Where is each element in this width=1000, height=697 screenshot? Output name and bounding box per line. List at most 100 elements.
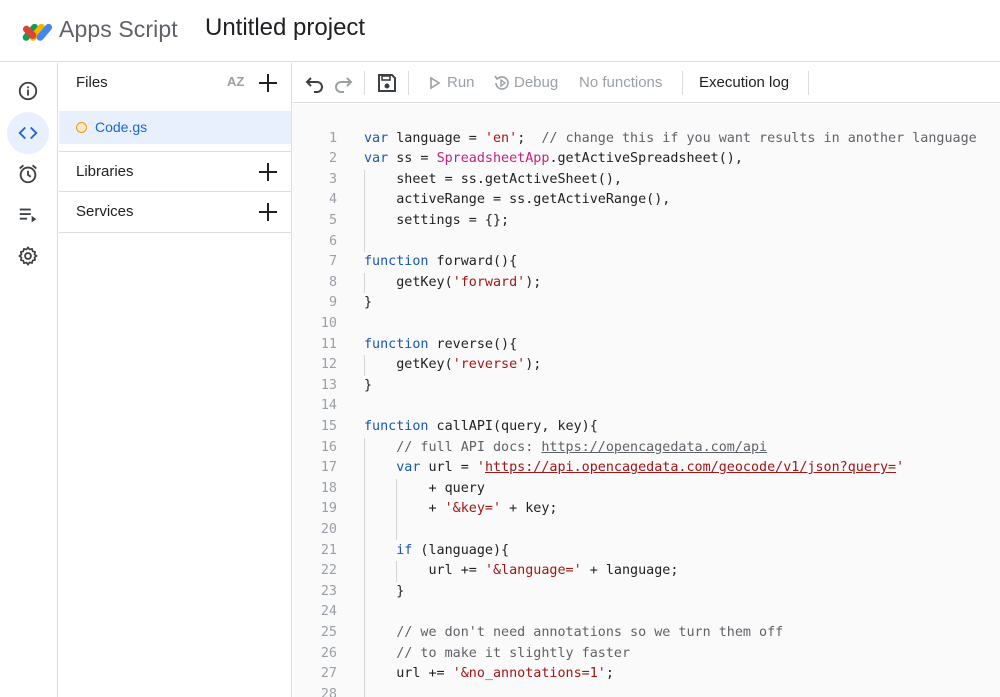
line-number: 5 — [328, 212, 337, 228]
debug-icon — [492, 73, 512, 93]
code-line: 1 var language = 'en'; // change this if … — [293, 129, 1000, 150]
overview-button[interactable] — [7, 70, 49, 112]
executions-icon — [19, 208, 37, 223]
code-text: if (language){ — [396, 542, 510, 558]
gear-icon — [18, 246, 38, 266]
apps-script-logo-icon[interactable] — [18, 14, 54, 44]
indent-guide — [364, 437, 365, 697]
add-library-button[interactable] — [257, 161, 279, 183]
files-header: Files AZ — [59, 63, 291, 103]
line-number: 19 — [320, 501, 337, 517]
line-number: 2 — [328, 151, 337, 167]
editor-button[interactable] — [7, 112, 49, 154]
files-panel: Files AZ Code.gs Libraries Services — [59, 63, 292, 697]
toolbar-separator — [808, 71, 809, 95]
sort-files-button[interactable]: AZ — [225, 72, 247, 94]
code-line: 7 function forward(){ — [293, 252, 1000, 273]
line-number: 12 — [320, 357, 337, 373]
line-number: 16 — [320, 439, 337, 455]
code-line: 5 settings = {}; — [293, 211, 1000, 232]
code-text: // we don't need annotations so we turn … — [396, 624, 784, 640]
indent-guide — [364, 272, 365, 294]
alarm-icon — [19, 164, 37, 184]
code-line: 12 getKey('reverse'); — [293, 355, 1000, 376]
code-line: 22 url += '&language=' + language; — [293, 561, 1000, 582]
code-text: } — [364, 377, 373, 393]
triggers-button[interactable] — [7, 153, 49, 195]
navigation-rail — [0, 63, 58, 697]
code-line: 20 — [293, 520, 1000, 541]
line-number: 6 — [328, 233, 337, 249]
code-line: 27 url += '&no_annotations=1'; — [293, 664, 1000, 685]
code-text: sheet = ss.getActiveSheet(), — [364, 171, 622, 187]
line-number: 25 — [320, 624, 337, 640]
indent-guide — [364, 169, 365, 253]
line-number: 27 — [320, 666, 337, 682]
add-file-button[interactable] — [257, 72, 279, 94]
code-line: 15 function callAPI(query, key){ — [293, 417, 1000, 438]
files-label: Files — [76, 74, 108, 91]
services-row: Services — [59, 192, 291, 232]
code-line: 3 sheet = ss.getActiveSheet(), — [293, 170, 1000, 191]
redo-button[interactable] — [332, 72, 354, 94]
file-item-code-gs[interactable]: Code.gs — [59, 111, 291, 144]
line-number: 15 — [320, 418, 337, 434]
code-line: 25 // we don't need annotations so we tu… — [293, 623, 1000, 644]
line-number: 3 — [328, 171, 337, 187]
line-number: 28 — [320, 686, 337, 697]
line-number: 11 — [320, 336, 337, 352]
line-number: 17 — [320, 460, 337, 476]
save-button[interactable] — [376, 72, 398, 94]
plus-icon — [259, 203, 277, 221]
code-text: url += '&no_annotations=1'; — [364, 666, 614, 682]
settings-button[interactable] — [7, 235, 49, 277]
plus-icon — [259, 163, 277, 181]
line-number: 9 — [328, 295, 337, 311]
divider — [59, 232, 291, 233]
line-number: 18 — [320, 480, 337, 496]
function-select[interactable]: No functions — [579, 74, 662, 91]
run-icon — [426, 73, 442, 93]
code-line: 26 // to make it slightly faster — [293, 644, 1000, 665]
redo-icon — [335, 77, 353, 93]
execution-log-button[interactable]: Execution log — [699, 74, 789, 91]
code-text: // full API docs: https://opencagedata.c… — [396, 439, 768, 455]
sort-az-icon: AZ — [227, 74, 245, 89]
undo-icon — [305, 77, 323, 93]
line-number: 13 — [320, 377, 337, 393]
code-text: var language = 'en'; // change this if y… — [364, 130, 977, 146]
save-icon — [378, 74, 396, 92]
add-service-button[interactable] — [257, 201, 279, 223]
line-number: 24 — [320, 604, 337, 620]
libraries-row: Libraries — [59, 152, 291, 192]
toolbar-separator — [364, 71, 365, 95]
code-line: 14 — [293, 396, 1000, 417]
code-line: 2 var ss = SpreadsheetApp.getActiveSpread… — [293, 149, 1000, 170]
code-line: 19 + '&key=' + key; — [293, 499, 1000, 520]
app-name[interactable]: Apps Script — [59, 16, 178, 43]
executions-button[interactable] — [7, 194, 49, 236]
code-text: var url = 'https://api.opencagedata.com/… — [396, 460, 905, 476]
code-editor[interactable]: 1 var language = 'en'; // change this if … — [293, 104, 1000, 697]
app-header: Apps Script Untitled project — [0, 0, 1000, 62]
line-number: 26 — [320, 645, 337, 661]
info-icon — [18, 81, 38, 101]
file-status-icon — [76, 122, 87, 133]
code-text: getKey('forward'); — [364, 274, 542, 290]
run-button[interactable]: Run — [447, 74, 475, 91]
line-number: 1 — [328, 130, 337, 146]
line-number: 14 — [320, 398, 337, 414]
editor-toolbar: Run Debug No functions Execution log — [293, 63, 1000, 103]
debug-button[interactable]: Debug — [514, 74, 558, 91]
code-text: function forward(){ — [364, 254, 518, 270]
line-number: 7 — [328, 254, 337, 270]
code-line: 17 var url = 'https://api.opencagedata.c… — [293, 458, 1000, 479]
indent-guide — [396, 561, 398, 582]
undo-button[interactable] — [304, 72, 326, 94]
line-number: 4 — [328, 192, 337, 208]
code-text: + query — [364, 480, 485, 496]
file-name: Code.gs — [95, 119, 148, 135]
project-title[interactable]: Untitled project — [205, 14, 365, 42]
code-line: 28 — [293, 685, 1000, 697]
code-line: 13} — [293, 376, 1000, 397]
